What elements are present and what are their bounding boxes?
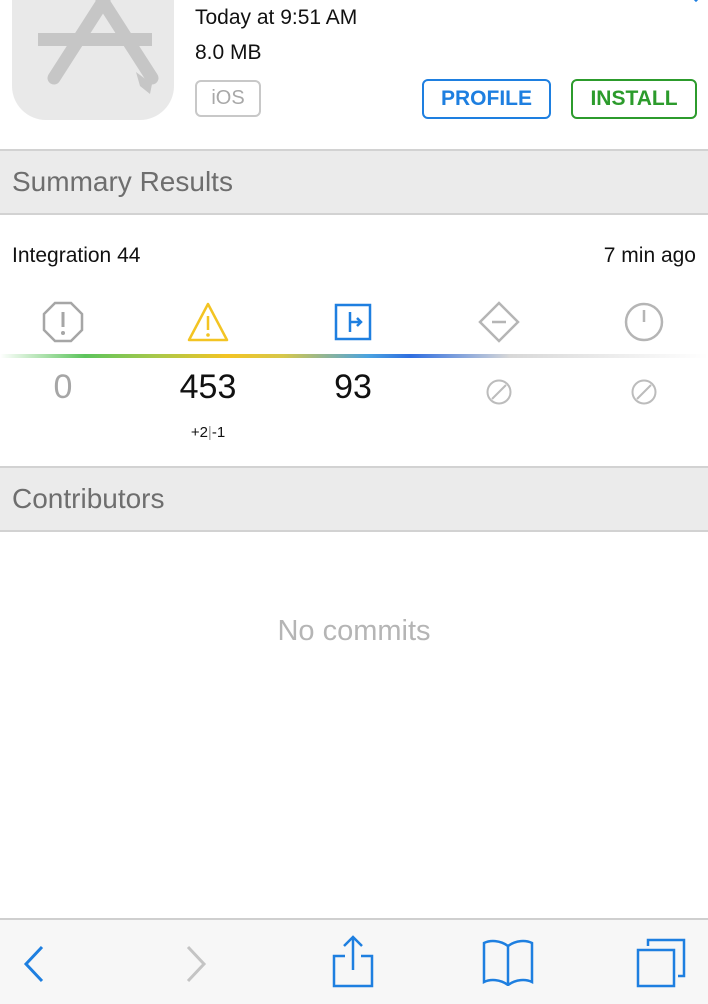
analyzer-icon bbox=[334, 303, 372, 341]
warning-triangle-icon bbox=[187, 302, 229, 342]
platform-badge: iOS bbox=[195, 80, 261, 117]
warnings-count: 453 bbox=[179, 368, 237, 406]
app-header: Today at 9:51 AM 8.0 MB iOS PROFILE INST… bbox=[0, 0, 708, 150]
tests-not-available-icon bbox=[486, 379, 512, 405]
back-arrow-icon[interactable] bbox=[20, 944, 48, 984]
integration-label: Integration 44 bbox=[12, 244, 141, 267]
summary-results-header: Summary Results bbox=[0, 149, 708, 215]
metrics-gradient-divider bbox=[0, 354, 708, 358]
integration-time: 7 min ago bbox=[603, 244, 696, 267]
warnings-delta: +2|-1 bbox=[148, 424, 268, 441]
no-commits-message: No commits bbox=[277, 615, 431, 647]
error-octagon-icon bbox=[42, 301, 84, 343]
profile-button[interactable]: PROFILE bbox=[422, 79, 551, 119]
warnings-delta-plus: +2 bbox=[190, 424, 208, 441]
app-store-icon bbox=[12, 0, 174, 120]
tabs-icon[interactable] bbox=[634, 936, 688, 988]
contributors-header: Contributors bbox=[0, 466, 708, 532]
install-button[interactable]: INSTALL bbox=[571, 79, 697, 119]
forward-arrow-icon[interactable] bbox=[182, 944, 210, 984]
chevron-down-icon[interactable] bbox=[688, 0, 704, 4]
build-size: 8.0 MB bbox=[195, 41, 262, 64]
bookmarks-icon[interactable] bbox=[480, 938, 536, 986]
coverage-clock-icon bbox=[624, 302, 664, 342]
errors-count: 0 bbox=[53, 368, 73, 406]
share-icon[interactable] bbox=[330, 934, 376, 990]
analyzer-count: 93 bbox=[334, 368, 372, 406]
test-diamond-icon bbox=[478, 301, 520, 343]
warnings-delta-minus: -1 bbox=[211, 424, 226, 441]
browser-toolbar bbox=[0, 918, 708, 1004]
coverage-not-available-icon bbox=[631, 379, 657, 405]
build-date: Today at 9:51 AM bbox=[195, 6, 358, 29]
